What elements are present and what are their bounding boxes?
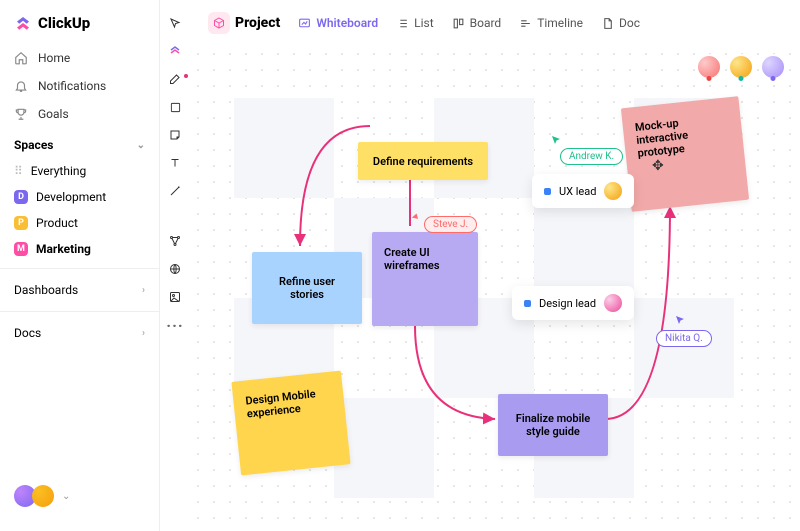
chevron-down-icon: ⌄ — [62, 491, 70, 502]
project-title[interactable]: Project — [208, 12, 280, 34]
image-tool-icon[interactable] — [168, 290, 182, 304]
home-icon — [14, 51, 28, 65]
pen-tool-icon[interactable] — [168, 72, 182, 86]
connector-tool-icon[interactable] — [168, 184, 182, 198]
timeline-icon — [519, 17, 532, 30]
avatar-icon — [604, 294, 622, 312]
trophy-icon — [14, 107, 28, 121]
text-tool-icon[interactable] — [168, 156, 182, 170]
main: Project Whiteboard List Board Timeline D… — [190, 0, 800, 531]
cursor-nikita-icon — [674, 314, 686, 326]
avatar-icon — [604, 182, 622, 200]
grid-icon: ⠿ — [14, 164, 23, 178]
chevron-right-icon: › — [142, 328, 145, 339]
cursor-andrew-label: Andrew K. — [560, 148, 623, 165]
list-icon — [396, 17, 409, 30]
space-product[interactable]: PProduct — [0, 210, 159, 236]
divider — [0, 311, 159, 312]
sticky-wireframes[interactable]: Create UI wireframes — [372, 232, 478, 326]
sticky-define[interactable]: Define requirements — [358, 142, 488, 180]
clickup-logo-icon — [14, 14, 32, 32]
chip-design-lead[interactable]: Design lead — [512, 286, 634, 320]
cursor-tool-icon[interactable] — [168, 16, 182, 30]
presence-avatar[interactable]: .pa:nth-child(3)::after{background:#7b68… — [760, 54, 786, 80]
nav-docs[interactable]: Docs› — [0, 318, 159, 348]
board-icon — [452, 17, 465, 30]
chip-ux-lead[interactable]: UX lead — [532, 174, 634, 208]
sidebar: ClickUp Home Notifications Goals Spaces⌄… — [0, 0, 160, 531]
cursor-nikita-label: Nikita Q. — [656, 330, 712, 347]
space-badge: D — [14, 190, 28, 204]
divider — [0, 268, 159, 269]
nav-goals[interactable]: Goals — [0, 100, 159, 128]
space-everything[interactable]: ⠿Everything — [0, 158, 159, 184]
tab-timeline[interactable]: Timeline — [519, 16, 583, 30]
chevron-right-icon: › — [142, 285, 145, 296]
presence-avatar[interactable]: .pa:nth-child(1)::after{background:#ef44… — [696, 54, 722, 80]
sticky-mobile[interactable]: Design Mobile experience — [231, 371, 350, 476]
network-tool-icon[interactable] — [168, 234, 182, 248]
tab-board[interactable]: Board — [452, 16, 502, 30]
space-badge: M — [14, 242, 28, 256]
topbar: Project Whiteboard List Board Timeline D… — [190, 0, 800, 46]
globe-tool-icon[interactable] — [168, 262, 182, 276]
status-dot — [544, 188, 551, 195]
presence-avatars[interactable]: .pa:nth-child(1)::after{background:#ef44… — [696, 54, 786, 80]
doc-icon — [601, 17, 614, 30]
tab-doc[interactable]: Doc — [601, 16, 640, 30]
tab-list[interactable]: List — [396, 16, 434, 30]
cursor-andrew-icon — [550, 134, 562, 146]
logo: ClickUp — [0, 14, 159, 44]
spaces-header[interactable]: Spaces⌄ — [0, 128, 159, 158]
nav-dashboards[interactable]: Dashboards› — [0, 275, 159, 305]
move-handle-icon[interactable]: ✥ — [652, 158, 664, 174]
whiteboard-canvas[interactable]: Define requirements Refine user stories … — [190, 46, 800, 531]
tab-whiteboard[interactable]: Whiteboard — [298, 16, 378, 30]
sticky-refine[interactable]: Refine user stories — [252, 252, 362, 324]
space-marketing[interactable]: MMarketing — [0, 236, 159, 262]
more-tool-icon[interactable]: ··· — [168, 318, 182, 332]
bell-icon — [14, 79, 28, 93]
tool-rail: ··· — [160, 0, 190, 531]
status-dot — [524, 300, 531, 307]
sticky-finalize[interactable]: Finalize mobile style guide — [498, 394, 608, 456]
brand-text: ClickUp — [38, 14, 90, 32]
nav-notifications[interactable]: Notifications — [0, 72, 159, 100]
space-development[interactable]: DDevelopment — [0, 184, 159, 210]
nav-home[interactable]: Home — [0, 44, 159, 72]
square-tool-icon[interactable] — [168, 100, 182, 114]
sticky-tool-icon[interactable] — [168, 128, 182, 142]
cursor-steve-label: Steve J. — [424, 216, 477, 233]
space-badge: P — [14, 216, 28, 230]
whiteboard-icon — [298, 17, 311, 30]
chevron-down-icon: ⌄ — [137, 140, 145, 151]
user-avatar — [32, 485, 54, 507]
presence-avatar[interactable]: .pa:nth-child(2)::after{background:#14b8… — [728, 54, 754, 80]
clickup-tool-icon[interactable] — [168, 44, 182, 58]
cube-icon — [208, 12, 230, 34]
sticky-mockup[interactable]: Mock-up interactive prototype — [621, 96, 749, 212]
user-area[interactable]: ⌄ — [0, 475, 159, 517]
